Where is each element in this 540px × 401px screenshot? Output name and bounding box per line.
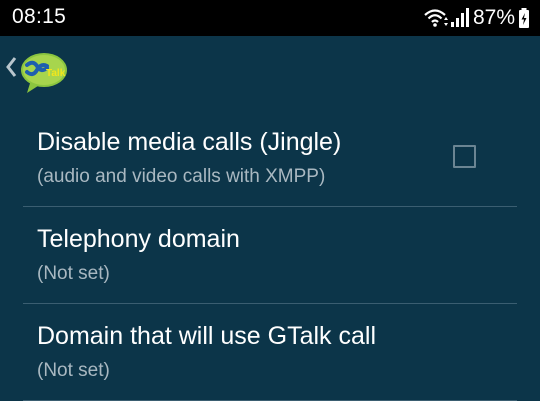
- signal-icon: [449, 7, 469, 29]
- pref-disable-media-calls[interactable]: Disable media calls (Jingle) (audio and …: [0, 110, 540, 206]
- pref-telephony-domain[interactable]: Telephony domain (Not set): [0, 207, 540, 303]
- pref-title: Telephony domain: [37, 225, 240, 253]
- status-icons: 87%: [423, 4, 530, 32]
- logo-text: Talk: [46, 68, 66, 79]
- battery-charging-icon: [518, 7, 530, 29]
- pref-summary: (Not set): [37, 360, 110, 381]
- pref-title: Disable media calls (Jingle): [37, 128, 342, 156]
- pref-title: Domain that will use GTalk call: [37, 322, 377, 350]
- status-time: 08:15: [12, 5, 67, 28]
- battery-percent: 87%: [472, 6, 515, 29]
- pref-summary: (audio and video calls with XMPP): [37, 166, 326, 187]
- pref-summary: (Not set): [37, 263, 110, 284]
- status-bar: 08:15 87%: [0, 0, 540, 36]
- wifi-icon: [423, 7, 449, 29]
- settings-list: Disable media calls (Jingle) (audio and …: [0, 110, 540, 401]
- disable-media-calls-checkbox[interactable]: [453, 145, 476, 168]
- xtalk-logo-icon[interactable]: Talk: [15, 50, 69, 96]
- pref-gtalk-call-domain[interactable]: Domain that will use GTalk call (Not set…: [0, 304, 540, 400]
- action-bar[interactable]: Talk: [0, 36, 540, 110]
